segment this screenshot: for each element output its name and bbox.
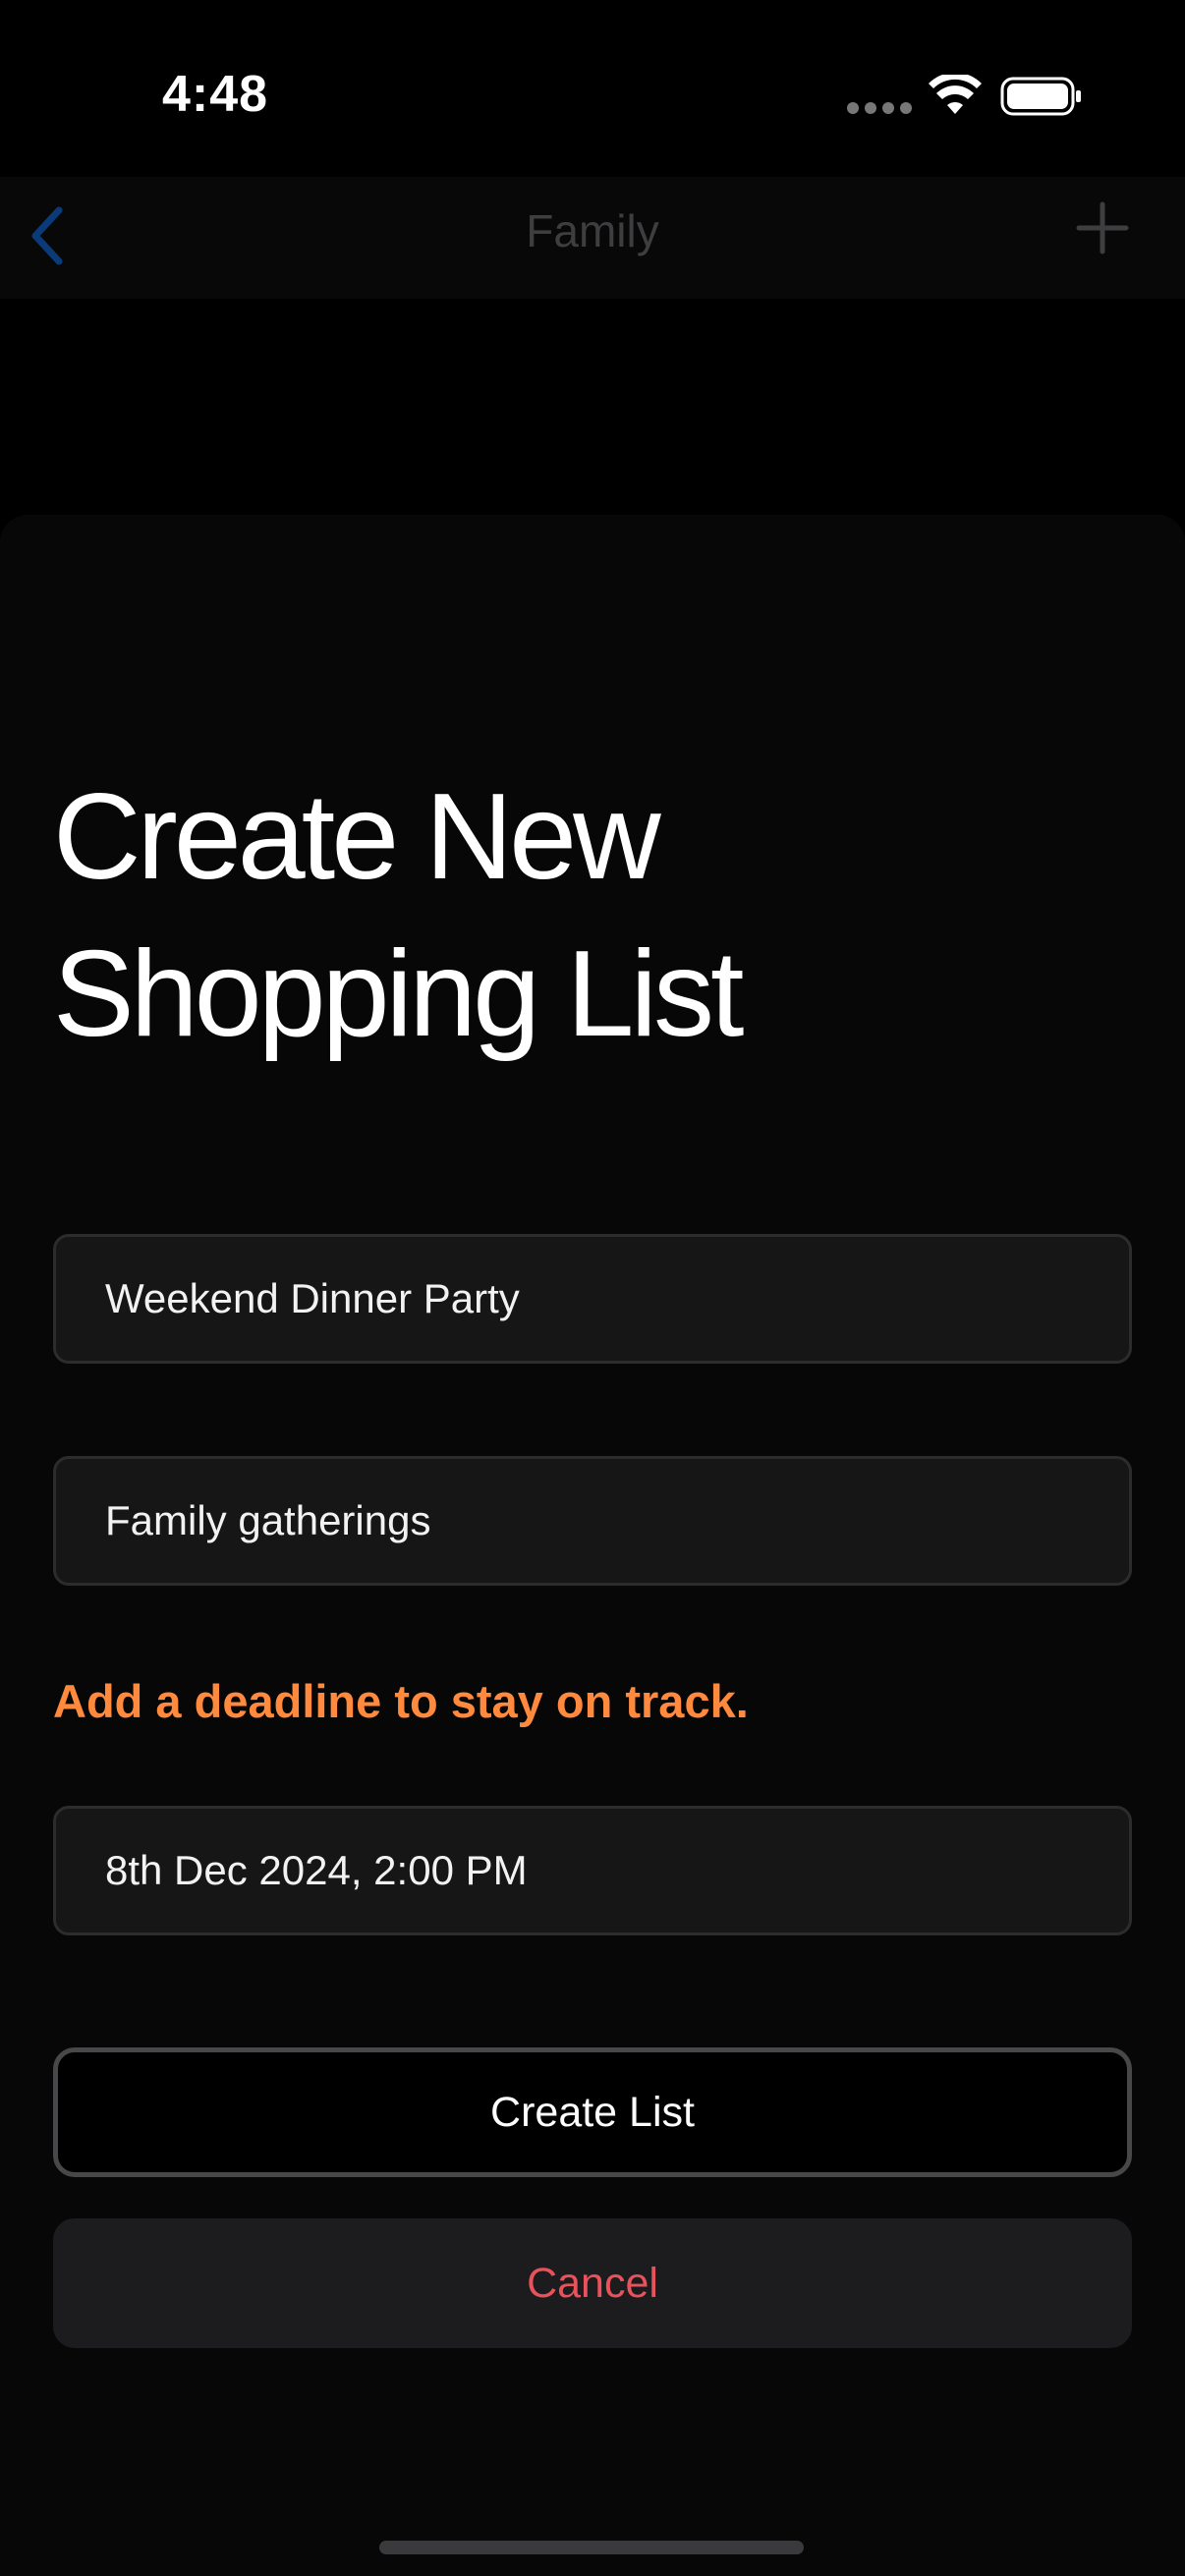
sheet-title: Create New Shopping List bbox=[53, 758, 1134, 1073]
category-field[interactable]: Family gatherings bbox=[53, 1456, 1132, 1586]
dynamic-island bbox=[407, 39, 776, 149]
cancel-button[interactable]: Cancel bbox=[53, 2218, 1132, 2348]
deadline-hint: Add a deadline to stay on track. bbox=[53, 1675, 749, 1727]
nav-title: Family bbox=[526, 205, 659, 256]
sheet-title-line2: Shopping List bbox=[53, 926, 744, 1062]
wifi-icon bbox=[929, 75, 982, 114]
background-dim bbox=[0, 299, 1185, 515]
deadline-field[interactable]: 8th Dec 2024, 2:00 PM bbox=[53, 1806, 1132, 1935]
plus-icon[interactable] bbox=[1075, 200, 1130, 255]
home-indicator bbox=[379, 2541, 804, 2554]
cellular-signal-icon bbox=[847, 102, 912, 114]
status-bar: 4:48 bbox=[0, 0, 1185, 177]
create-list-button[interactable]: Create List bbox=[53, 2047, 1132, 2177]
sheet-title-line1: Create New bbox=[53, 769, 661, 905]
status-time: 4:48 bbox=[162, 66, 269, 123]
battery-icon bbox=[1000, 77, 1081, 116]
list-name-field[interactable]: Weekend Dinner Party bbox=[53, 1234, 1132, 1364]
navigation-bar: Family bbox=[0, 177, 1185, 299]
create-list-sheet: Create New Shopping List Weekend Dinner … bbox=[0, 515, 1185, 2576]
